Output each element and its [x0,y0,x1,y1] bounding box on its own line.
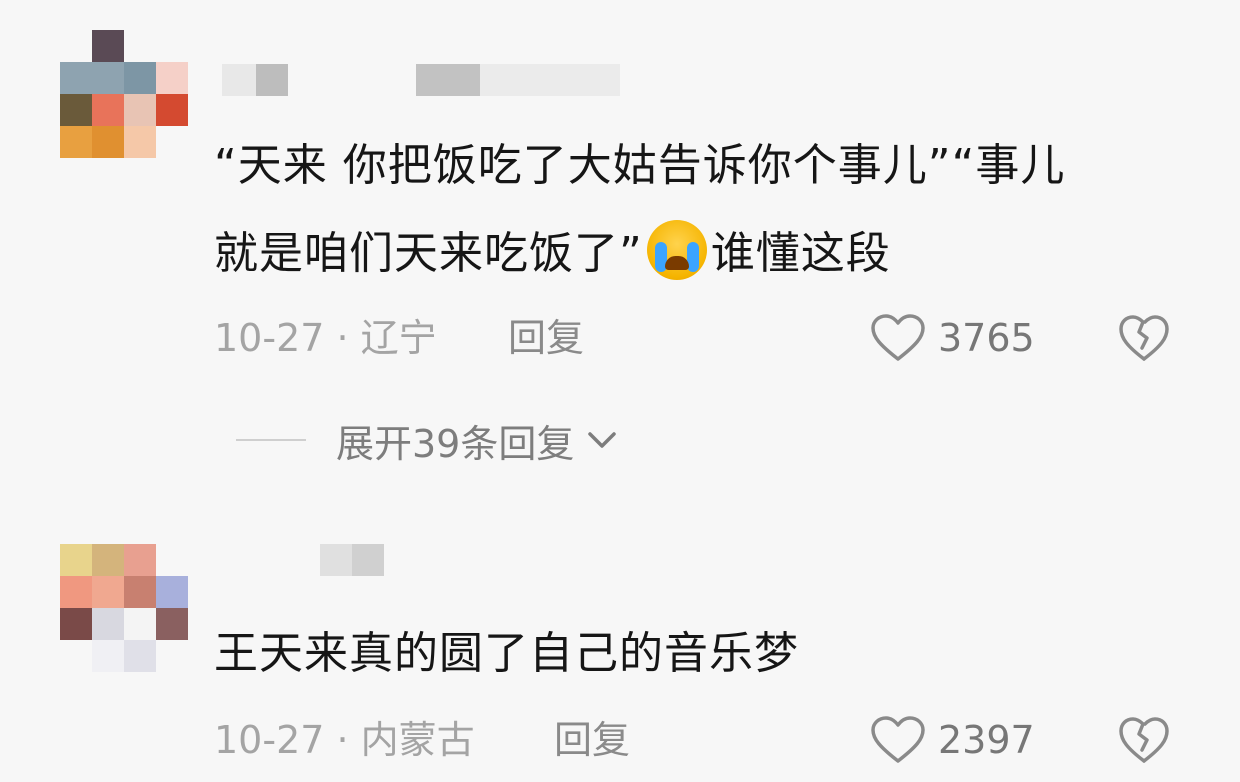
comment-meta: 10-27 · 辽宁 回复 3765 [214,308,1204,368]
comment-text: 王天来真的圆了自己的音乐梦 [214,610,1194,698]
comment-meta: 10-27 · 内蒙古 回复 2397 [214,710,1204,770]
comment-item: 王天来真的圆了自己的音乐梦 10-27 · 内蒙古 回复 2397 [0,520,1240,763]
expand-replies-label: 展开39条回复 [336,421,575,466]
comment-text: “天来 你把饭吃了大姑告诉你个事儿”“事儿 就是咱们天来吃饭了” 谁懂这段 [214,122,1194,298]
loudly-crying-face-icon [646,220,707,280]
expand-replies-button[interactable]: 展开39条回复 [236,410,620,470]
dislike-button[interactable] [1118,715,1170,782]
chevron-down-icon [588,432,617,448]
reply-button[interactable]: 回复 [554,710,630,770]
like-count: 2397 [938,718,1035,762]
avatar[interactable] [60,30,190,160]
like-button[interactable]: 2397 [870,710,1035,770]
like-count: 3765 [938,316,1035,360]
comment-text-part: 谁懂这段 [710,228,891,279]
comment-item: “天来 你把饭吃了大姑告诉你个事儿”“事儿 就是咱们天来吃饭了” 谁懂这段 10-… [0,0,1240,500]
date-location: 10-27 · 辽宁 [214,316,437,360]
expand-divider-line [236,439,306,441]
comment-text-line1: “天来 你把饭吃了大姑告诉你个事儿”“事儿 [214,140,1066,191]
comment-text-part: 就是咱们天来吃饭了” [214,228,643,279]
heart-icon [871,716,925,763]
reply-button[interactable]: 回复 [508,308,584,368]
heart-icon [871,314,925,361]
comment-text-line1: 王天来真的圆了自己的音乐梦 [214,628,799,679]
comment-text-line2: 就是咱们天来吃饭了” 谁懂这段 [214,210,1194,298]
dislike-button[interactable] [1118,313,1170,380]
broken-heart-icon [1119,717,1169,763]
username-blurred[interactable] [320,544,384,576]
avatar[interactable] [60,544,190,674]
like-button[interactable]: 3765 [870,308,1035,368]
username-blurred[interactable] [222,64,642,96]
broken-heart-icon [1119,315,1169,361]
date-location: 10-27 · 内蒙古 [214,718,475,762]
